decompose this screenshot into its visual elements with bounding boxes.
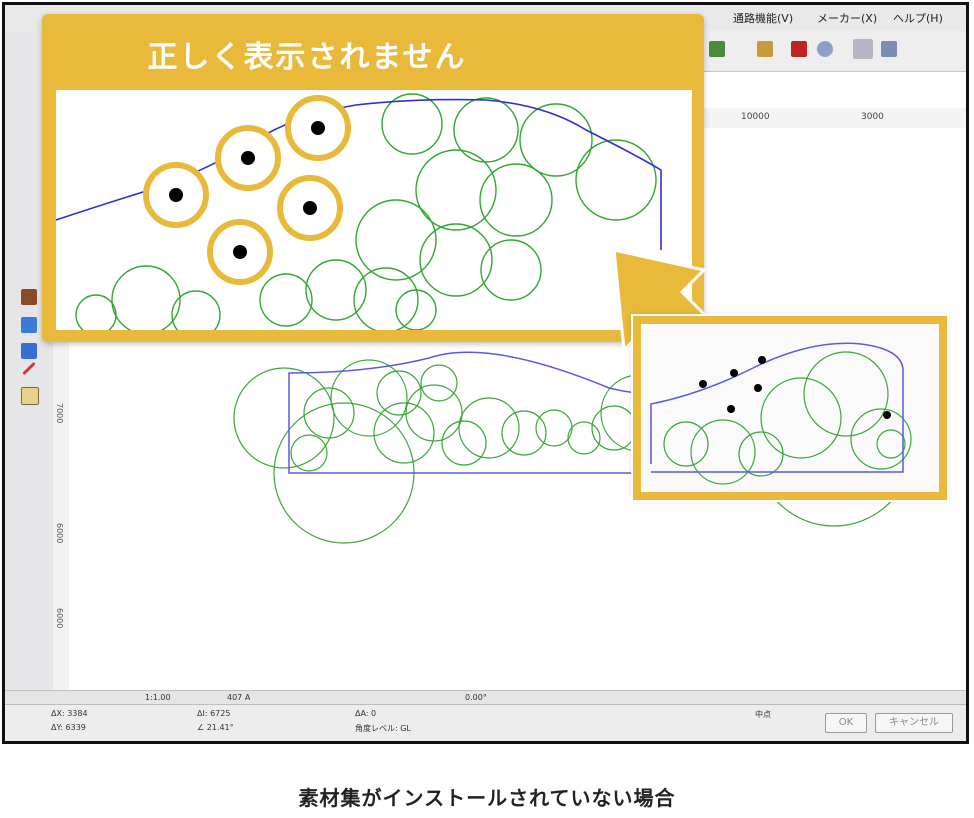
tree-symbol: [259, 273, 313, 327]
tree-symbol: [690, 419, 756, 485]
pencil-icon[interactable]: [757, 41, 773, 57]
coord-x: ΔX: 3384: [51, 709, 88, 718]
menu-item-route[interactable]: 通路機能(V): [733, 10, 793, 26]
tree-symbol: [355, 199, 437, 281]
ok-button[interactable]: OK: [825, 713, 867, 733]
midpoint-label: 中点: [755, 710, 771, 719]
coord-y: ΔY: 6339: [51, 723, 86, 732]
delta: ΔA: 0: [355, 709, 377, 718]
status-bar: ΔX: 3384 ΔY: 6339 ΔI: 6725 ∠ 21.41° ΔA: …: [5, 704, 966, 741]
grid-icon[interactable]: [853, 39, 873, 59]
tree-symbol: [441, 420, 487, 466]
tree-symbol: [305, 259, 367, 321]
tree-symbol: [381, 93, 443, 155]
missing-dot: [883, 411, 891, 419]
ruler-label: 6000: [55, 608, 64, 629]
missing-dot: [758, 356, 766, 364]
missing-dot: [303, 201, 317, 215]
canvas-bottom-bar: 1:1.00 407 A 0.00°: [5, 690, 966, 705]
note-icon[interactable]: [21, 387, 39, 405]
tree-symbol: [876, 429, 906, 459]
missing-dot: [169, 188, 183, 202]
figure-caption: 素材集がインストールされていない場合: [298, 786, 676, 810]
cancel-button[interactable]: キャンセル: [875, 713, 953, 733]
layer-value[interactable]: 407 A: [227, 693, 250, 702]
angle-value[interactable]: 0.00°: [465, 693, 487, 702]
ruler-label: 6000: [55, 523, 64, 544]
search-icon[interactable]: [817, 41, 833, 57]
tree-symbol: [591, 405, 637, 451]
tree-symbol: [575, 139, 657, 221]
menu-item-maker[interactable]: メーカー(X): [817, 10, 877, 26]
tree-symbol: [803, 351, 889, 437]
eraser-icon[interactable]: [21, 317, 37, 333]
zoom-source-box: [633, 316, 947, 500]
distance: ΔI: 6725: [197, 709, 231, 718]
house-icon[interactable]: [21, 289, 37, 305]
tree-symbol: [453, 97, 519, 163]
line-icon[interactable]: [22, 361, 36, 376]
tree-symbol: [567, 421, 601, 455]
tree-symbol: [458, 397, 520, 459]
ruler-label: 3000: [861, 112, 884, 122]
source-drawing: [650, 342, 912, 485]
tree-symbol: [663, 421, 709, 467]
boundary-line: [650, 342, 904, 473]
tree-symbol: [738, 431, 784, 477]
ruler-label: 7000: [55, 403, 64, 424]
angle: ∠ 21.41°: [197, 723, 234, 732]
tree-symbol: [75, 294, 117, 330]
tree-symbol: [535, 409, 573, 447]
scale-value[interactable]: 1:1.00: [145, 693, 171, 702]
view-icon[interactable]: [881, 41, 897, 57]
menu-item-help[interactable]: ヘルプ(H): [893, 10, 943, 26]
tree-symbol: [290, 434, 328, 472]
diamond-icon[interactable]: [21, 343, 37, 359]
missing-dot: [727, 405, 735, 413]
missing-dot: [311, 121, 325, 135]
car-icon[interactable]: [791, 41, 807, 57]
tree-symbol: [415, 149, 497, 231]
layer-icon[interactable]: [709, 41, 725, 57]
mode: 角度レベル: GL: [355, 724, 411, 733]
missing-dot: [233, 245, 247, 259]
missing-dot: [699, 380, 707, 388]
missing-dot: [241, 151, 255, 165]
callout-title: 正しく表示されません: [147, 40, 467, 75]
tree-symbol: [479, 163, 553, 237]
ruler-label: 10000: [741, 112, 770, 122]
missing-dot: [754, 384, 762, 392]
tree-symbol: [420, 364, 458, 402]
app-window: 通路機能(V) メーカー(X) ヘルプ(H) 10000 3000 7000 6…: [0, 0, 974, 750]
missing-symbol-markers: [143, 95, 351, 285]
tree-symbol: [760, 377, 842, 459]
tree-symbol: [111, 265, 181, 330]
tree-symbol: [233, 367, 335, 469]
missing-dot: [730, 369, 738, 377]
